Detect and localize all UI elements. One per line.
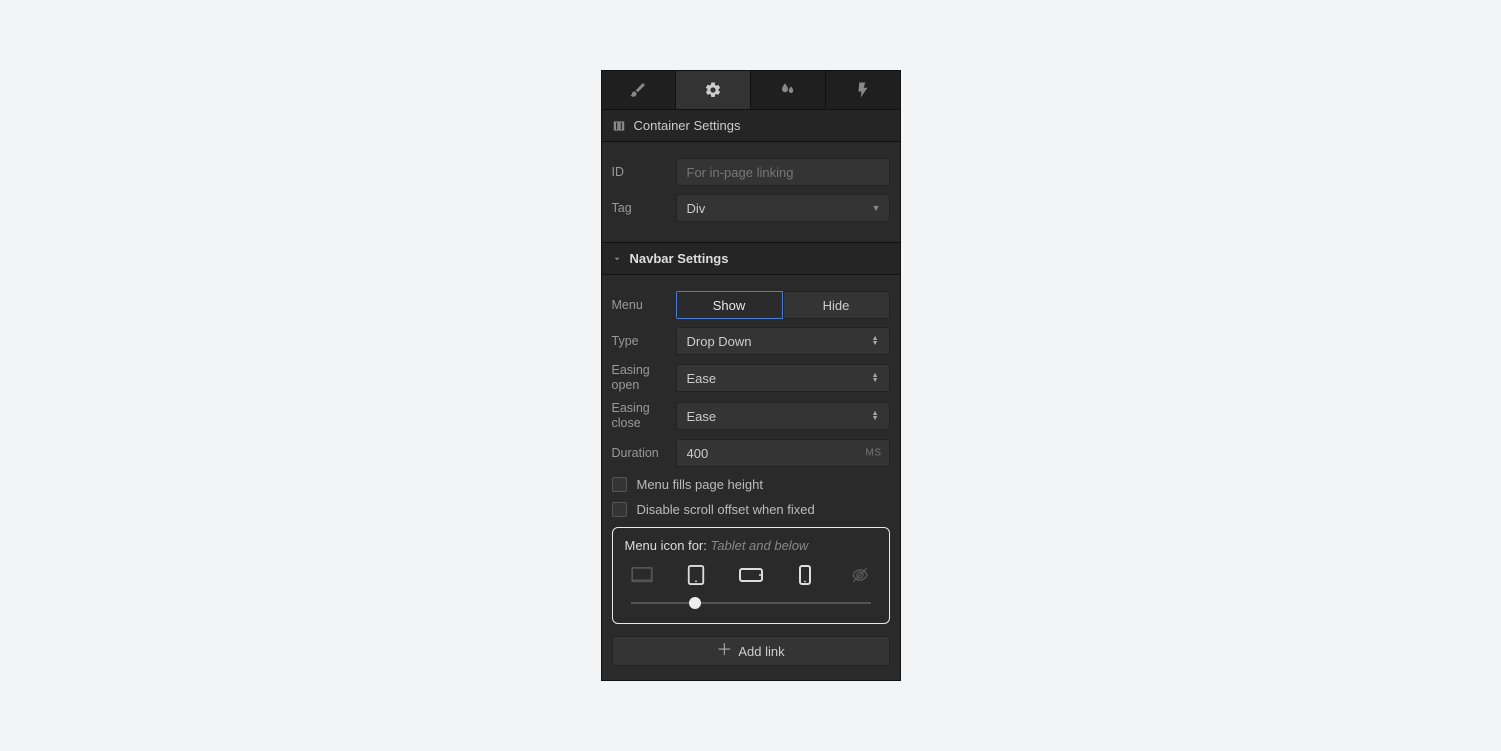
checkbox-icon[interactable]	[612, 477, 627, 492]
eye-off-icon	[851, 566, 869, 584]
updown-icon: ▲▼	[872, 373, 879, 383]
easing-close-select[interactable]: Ease ▲▼	[676, 402, 890, 430]
container-settings-body: ID Tag Div ▼	[602, 142, 900, 242]
id-input[interactable]	[676, 158, 890, 186]
tag-select[interactable]: Div ▼	[676, 194, 890, 222]
settings-panel: Container Settings ID Tag Div ▼ Navbar S…	[601, 70, 901, 681]
add-link-label: Add link	[738, 644, 784, 659]
duration-input[interactable]	[676, 439, 890, 467]
type-select-value: Drop Down	[687, 334, 752, 349]
slider-knob[interactable]	[689, 597, 701, 609]
easing-close-label: Easing close	[612, 401, 676, 431]
panel-tabs	[602, 71, 900, 109]
breakpoint-device-row	[625, 565, 877, 585]
menu-fills-height-row[interactable]: Menu fills page height	[612, 477, 890, 492]
brush-icon	[629, 81, 647, 99]
navbar-settings-body: Menu Show Hide Type Drop Down ▲▼	[602, 275, 900, 680]
breakpoint-phone-landscape[interactable]	[738, 568, 764, 582]
easing-close-value: Ease	[687, 409, 717, 424]
tab-effects[interactable]	[751, 71, 826, 109]
disable-scroll-label: Disable scroll offset when fixed	[637, 502, 815, 517]
navbar-settings-header[interactable]: Navbar Settings	[602, 242, 900, 275]
desktop-icon	[631, 567, 653, 583]
breakpoint-desktop[interactable]	[629, 567, 655, 583]
bolt-icon	[854, 81, 872, 99]
breakpoint-tablet[interactable]	[683, 565, 709, 585]
container-settings-title: Container Settings	[634, 118, 741, 133]
duration-unit: MS	[866, 448, 882, 459]
caret-down-icon: ▼	[872, 203, 879, 213]
menu-hide-option[interactable]: Hide	[783, 291, 890, 319]
tablet-icon	[687, 565, 705, 585]
tag-select-value: Div	[687, 201, 706, 216]
menu-show-option[interactable]: Show	[676, 291, 783, 319]
menu-icon-breakpoint-box: Menu icon for: Tablet and below	[612, 527, 890, 624]
menu-label: Menu	[612, 298, 676, 313]
tag-label: Tag	[612, 201, 676, 216]
container-settings-header[interactable]: Container Settings	[602, 109, 900, 142]
phone-portrait-icon	[799, 565, 811, 585]
tab-interactions[interactable]	[826, 71, 900, 109]
slider-track	[631, 602, 871, 604]
updown-icon: ▲▼	[872, 411, 879, 421]
breakpoint-phone-portrait[interactable]	[792, 565, 818, 585]
type-select[interactable]: Drop Down ▲▼	[676, 327, 890, 355]
breakpoint-none[interactable]	[847, 566, 873, 584]
tab-style[interactable]	[602, 71, 677, 109]
duration-label: Duration	[612, 446, 676, 461]
gear-icon	[704, 81, 722, 99]
updown-icon: ▲▼	[872, 336, 879, 346]
menu-toggle: Show Hide	[676, 291, 890, 319]
type-label: Type	[612, 334, 676, 349]
id-label: ID	[612, 165, 676, 180]
menu-icon-label: Menu icon for: Tablet and below	[625, 538, 877, 553]
breakpoint-slider[interactable]	[625, 597, 877, 609]
phone-landscape-icon	[739, 568, 763, 582]
checkbox-icon[interactable]	[612, 502, 627, 517]
chevron-down-icon	[612, 254, 622, 264]
droplets-icon	[779, 81, 797, 99]
add-link-button[interactable]: ＋ Add link	[612, 636, 890, 666]
easing-open-select[interactable]: Ease ▲▼	[676, 364, 890, 392]
navbar-settings-title: Navbar Settings	[630, 251, 729, 266]
menu-fills-height-label: Menu fills page height	[637, 477, 763, 492]
disable-scroll-row[interactable]: Disable scroll offset when fixed	[612, 502, 890, 517]
easing-open-value: Ease	[687, 371, 717, 386]
easing-open-label: Easing open	[612, 363, 676, 393]
plus-icon: ＋	[716, 643, 732, 659]
container-icon	[612, 119, 626, 133]
tab-settings[interactable]	[676, 71, 751, 109]
